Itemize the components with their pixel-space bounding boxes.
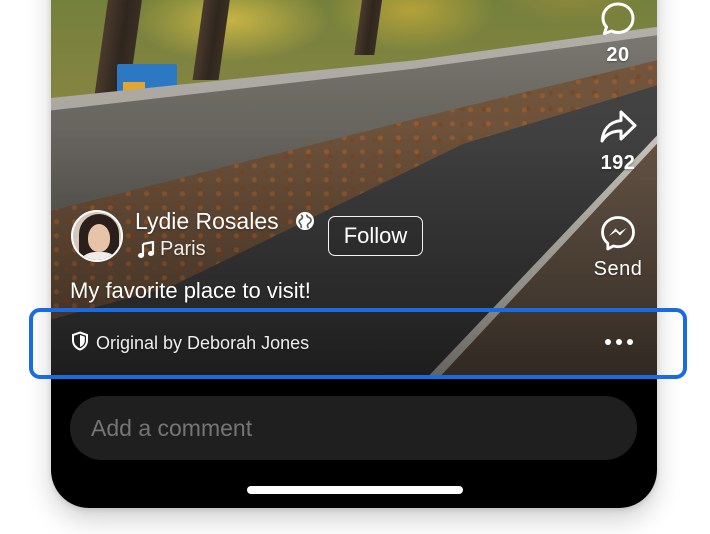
screenshot-stage: 20 192 Send Lydie Rosales Paris Follow M…: [0, 0, 710, 534]
more-options-button[interactable]: [599, 330, 639, 354]
shield-icon: [71, 330, 89, 356]
home-indicator[interactable]: [247, 486, 463, 494]
music-note-icon: [137, 240, 155, 264]
comment-bubble-icon: [583, 0, 653, 38]
author-name[interactable]: Lydie Rosales: [135, 208, 279, 235]
shares-count: 192: [600, 152, 636, 174]
share-action[interactable]: 192: [583, 108, 653, 175]
post-caption: My favorite place to visit!: [70, 278, 311, 303]
messenger-icon: [583, 214, 653, 252]
more-dots-icon: [605, 339, 633, 345]
comments-count: 20: [606, 44, 630, 66]
avatar[interactable]: [71, 210, 123, 262]
phone-screen: 20 192 Send Lydie Rosales Paris Follow M…: [51, 0, 657, 508]
original-audio-credit[interactable]: Original by Deborah Jones: [71, 330, 310, 356]
share-arrow-icon: [583, 108, 653, 146]
comment-input[interactable]: [70, 396, 637, 460]
globe-icon: [295, 211, 315, 236]
send-action[interactable]: Send: [583, 214, 653, 281]
comment-action[interactable]: 20: [583, 0, 653, 67]
location-label[interactable]: Paris: [160, 238, 206, 261]
follow-button[interactable]: Follow: [328, 216, 423, 256]
reel-video[interactable]: [51, 0, 657, 378]
send-label: Send: [593, 258, 643, 280]
original-credit-text: Original by Deborah Jones: [96, 332, 310, 353]
